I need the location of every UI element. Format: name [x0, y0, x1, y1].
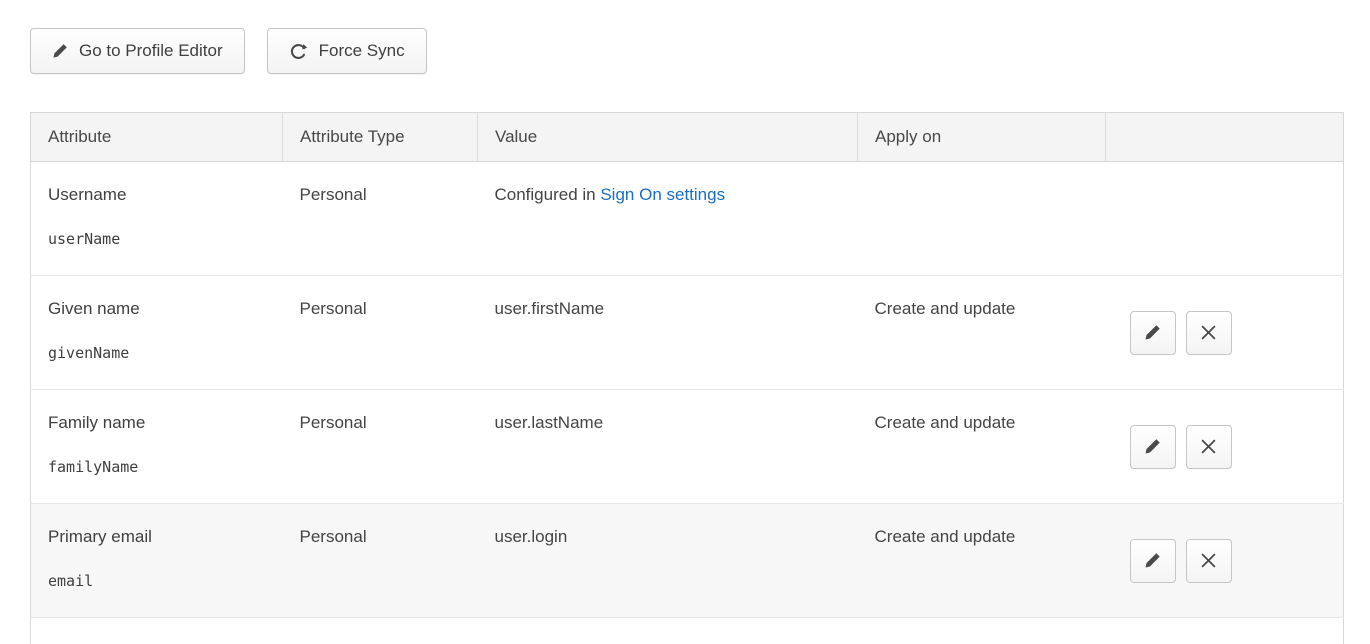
apply-on-cell: Create and update: [858, 276, 1106, 390]
attribute-mappings-section: Attribute Attribute Type Value Apply on …: [30, 112, 1344, 644]
actions-cell: [1106, 162, 1344, 276]
apply-on-cell: Create and update: [858, 504, 1106, 618]
close-icon: [1201, 553, 1216, 568]
delete-row-button[interactable]: [1186, 425, 1232, 469]
close-icon: [1201, 325, 1216, 340]
actions-cell: [1106, 390, 1344, 504]
attribute-type-cell: Personal: [283, 162, 478, 276]
header-attribute-type: Attribute Type: [283, 113, 478, 162]
edit-row-button[interactable]: [1130, 311, 1176, 355]
value-cell: Configured in Sign On settings: [478, 162, 858, 276]
attribute-variable-name: userName: [48, 230, 266, 248]
attribute-variable-name: familyName: [48, 458, 266, 476]
header-attribute: Attribute: [31, 113, 283, 162]
go-to-profile-editor-button[interactable]: Go to Profile Editor: [30, 28, 245, 74]
pencil-icon: [52, 43, 68, 59]
delete-row-button[interactable]: [1186, 539, 1232, 583]
header-value: Value: [478, 113, 858, 162]
delete-row-button[interactable]: [1186, 311, 1232, 355]
sign-on-settings-link[interactable]: Sign On settings: [600, 185, 725, 204]
toolbar: Go to Profile Editor Force Sync: [0, 0, 1370, 74]
actions-cell: [1106, 276, 1344, 390]
attribute-type-cell: Personal: [283, 390, 478, 504]
header-actions: [1106, 113, 1344, 162]
attribute-label: Primary email: [48, 527, 266, 547]
table-row-username: Username userName Personal Configured in…: [31, 162, 1344, 276]
pencil-icon: [1144, 324, 1161, 341]
apply-on-cell: Create and update: [858, 390, 1106, 504]
value-text: Configured in: [495, 185, 601, 204]
pencil-icon: [1144, 552, 1161, 569]
go-to-profile-editor-label: Go to Profile Editor: [79, 41, 223, 61]
table-header-row: Attribute Attribute Type Value Apply on: [31, 113, 1344, 162]
attribute-mappings-table: Attribute Attribute Type Value Apply on …: [30, 112, 1344, 644]
value-cell: user.lastName: [478, 390, 858, 504]
attribute-label: Family name: [48, 413, 266, 433]
refresh-icon: [289, 42, 308, 61]
table-row-given-name: Given name givenName Personal user.first…: [31, 276, 1344, 390]
edit-row-button[interactable]: [1130, 539, 1176, 583]
close-icon: [1201, 439, 1216, 454]
edit-row-button[interactable]: [1130, 425, 1176, 469]
pencil-icon: [1144, 438, 1161, 455]
attribute-label: Username: [48, 185, 266, 205]
attribute-label: Given name: [48, 299, 266, 319]
header-apply-on: Apply on: [858, 113, 1106, 162]
table-row-primary-email: Primary email email Personal user.login …: [31, 504, 1344, 618]
attribute-type-cell: Personal: [283, 504, 478, 618]
table-row-empty: [31, 618, 1344, 644]
apply-on-cell: [858, 162, 1106, 276]
force-sync-label: Force Sync: [319, 41, 405, 61]
attribute-variable-name: email: [48, 572, 266, 590]
value-cell: user.firstName: [478, 276, 858, 390]
attribute-variable-name: givenName: [48, 344, 266, 362]
value-cell: user.login: [478, 504, 858, 618]
table-row-family-name: Family name familyName Personal user.las…: [31, 390, 1344, 504]
force-sync-button[interactable]: Force Sync: [267, 28, 427, 74]
attribute-type-cell: Personal: [283, 276, 478, 390]
actions-cell: [1106, 504, 1344, 618]
